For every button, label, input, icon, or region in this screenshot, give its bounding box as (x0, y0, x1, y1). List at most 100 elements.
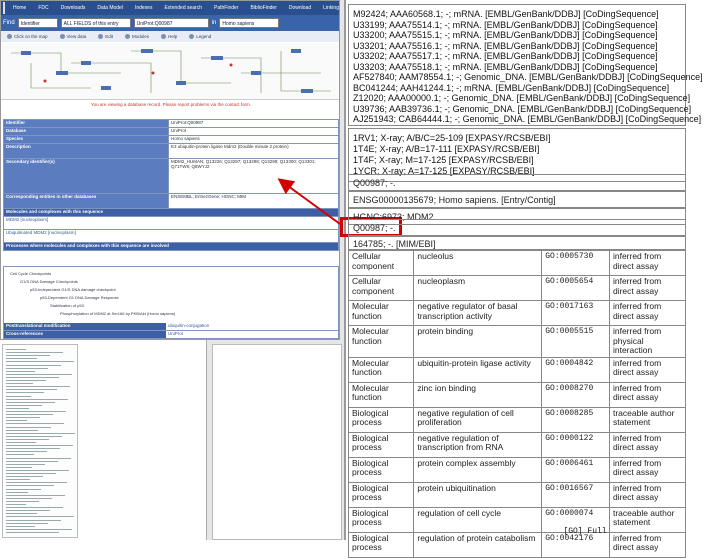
tree-node[interactable]: p53-Independent G1/S DNA damage checkpoi… (30, 287, 116, 292)
embl-xref-line[interactable]: U39736; AAB39736.1; -; Genomic_DNA. [EMB… (353, 104, 691, 114)
tree-node[interactable]: Stabilization of p53 (50, 303, 84, 308)
find-type-select[interactable]: Identifier (17, 18, 58, 28)
go-term[interactable]: nucleoplasm (413, 275, 543, 301)
go-id[interactable]: GO:0006461 (541, 456, 610, 483)
embl-xref-line[interactable]: U33203; AAA75518.1; -; mRNA. [EMBL/GenBa… (353, 62, 658, 72)
go-term[interactable]: negative regulation of cell proliferatio… (413, 406, 543, 433)
go-row: Cellular component nucleoplasm GO:0005654 i… (347, 275, 687, 301)
go-term[interactable]: nucleolus (413, 250, 543, 276)
species-select[interactable]: Homo sapiens (219, 18, 280, 28)
page-thumbnail[interactable] (2, 344, 78, 538)
nav-link[interactable]: Download (283, 5, 317, 11)
go-term[interactable]: protein complex assembly (413, 456, 543, 483)
thumbnail-text-line (6, 395, 31, 397)
embl-xref-line[interactable]: U33200; AAA75515.1; -; mRNA. [EMBL/GenBa… (353, 30, 658, 40)
go-id[interactable]: GO:0008285 (541, 406, 610, 433)
pdb-xref-line[interactable]: 1RV1; X-ray; A/B/C=25-109 [EXPASY/RCSB/E… (353, 133, 551, 143)
thumbnail-text-line (6, 513, 37, 515)
go-more-link[interactable]: [GO] Full (550, 526, 620, 538)
record-row[interactable]: Q00987; -. (348, 219, 686, 236)
tree-node[interactable]: Phosphorylation of MDM2 at Ser166 by PKB… (60, 311, 175, 316)
nav-link[interactable]: Extended search (158, 5, 208, 11)
embl-xref-line[interactable]: BC041244; AAH41244.1; -; mRNA. [EMBL/Gen… (353, 83, 669, 93)
go-id[interactable]: GO:0005515 (541, 325, 610, 358)
thumbnail-text-line (6, 463, 45, 465)
go-id[interactable]: GO:0005730 (541, 250, 610, 276)
go-term[interactable]: protein ubiquitination (413, 481, 543, 508)
toolbar-item[interactable]: Click on the map (7, 34, 48, 39)
nav-link[interactable]: Home (7, 5, 32, 11)
go-term[interactable]: protein binding (413, 325, 543, 358)
nav-link[interactable]: PathFinder (208, 5, 244, 11)
info-key: Database (3, 127, 169, 136)
bottom-row: Posttranslational modification ubiquitin-… (3, 323, 339, 331)
molecule-row: MDM2 [nucleoplasm] (3, 216, 339, 230)
info-value[interactable]: UniProt:Q00987 (168, 119, 339, 128)
top-nav-bar: Home FDC Downloads Data Model Indexes Extende… (1, 1, 339, 15)
go-id[interactable]: GO:0008270 (541, 381, 610, 408)
toolbar-item[interactable]: Edit (98, 34, 113, 39)
go-id[interactable]: GO:0017163 (541, 300, 610, 326)
go-term[interactable]: zinc ion binding (413, 381, 543, 408)
nav-link[interactable]: Indexes (129, 5, 159, 11)
info-key: Identifier (3, 119, 169, 128)
go-term[interactable]: ubiquitin-protein ligase activity (413, 356, 543, 383)
go-id[interactable]: GO:0005654 (541, 275, 610, 301)
go-id[interactable]: GO:0000122 (541, 431, 610, 458)
embl-xref-line[interactable]: M92424; AAA60568.1; -; mRNA. [EMBL/GenBa… (353, 9, 659, 19)
pathway-map-image[interactable] (1, 43, 340, 100)
molecule-link[interactable]: Ubiquitinated MDM2 [nucleoplasm] (3, 229, 339, 243)
info-key: Species (3, 135, 169, 144)
nav-link[interactable]: Data Model (91, 5, 129, 11)
find-label: Find (3, 20, 15, 26)
go-id[interactable]: GO:0004842 (541, 356, 610, 383)
go-evidence: inferred from direct assay (608, 456, 687, 483)
nav-link[interactable]: Linking (317, 5, 339, 11)
record-row[interactable]: Q00987; -. (348, 174, 686, 191)
bottom-value[interactable]: UniProt (166, 331, 338, 338)
go-term[interactable]: negative regulator of basal transcriptio… (413, 300, 543, 326)
bottom-value[interactable]: ubiquitin-conjugation (166, 323, 338, 330)
info-value: Homo sapiens (168, 135, 339, 144)
query-input[interactable]: UniProt:Q00987 (133, 18, 209, 28)
thumbnail-text-line (6, 454, 34, 456)
go-term[interactable]: regulation of cell cycle (413, 506, 543, 533)
tree-node[interactable]: Cell Cycle Checkpoints (10, 271, 51, 276)
embl-xref-line[interactable]: U33201; AAA75516.1; -; mRNA. [EMBL/GenBa… (353, 41, 658, 51)
thumbnail-text-line (6, 510, 50, 512)
nav-link[interactable]: BiblioFinder (244, 5, 282, 11)
go-row: Biological process negative regulation of… (347, 431, 687, 458)
record-row[interactable]: ENSG00000135679; Homo sapiens. [Entry/Co… (348, 191, 686, 208)
go-row: Biological process regulation of protein … (347, 531, 687, 558)
go-term[interactable]: negative regulation of transcription fro… (413, 431, 543, 458)
toolbar-item[interactable]: Legend (189, 34, 211, 39)
embl-xref-line[interactable]: AJ251943; CAB64444.1; -; Genomic_DNA. [E… (353, 114, 701, 124)
molecule-link[interactable]: MDM2 [nucleoplasm] (3, 216, 339, 230)
embl-xref-line[interactable]: AF527840; AAM78554.1; -; Genomic_DNA. [E… (353, 72, 703, 82)
molecule-row: Ubiquitinated MDM2 [nucleoplasm] (3, 229, 339, 243)
info-value: E3 ubiquitin-protein ligase Mdm2 (Double… (168, 143, 339, 159)
section-header: Molecules and complexes with this sequen… (3, 208, 339, 217)
tree-node[interactable]: p53-Dependent G1 DNA Damage Response (40, 295, 119, 300)
toolbar-item[interactable]: Modules (124, 34, 149, 39)
thumbnail-text-line (6, 479, 30, 481)
go-term[interactable]: regulation of protein catabolism (413, 531, 543, 558)
record-row[interactable]: 164785; -. [MIM/EBI] (348, 236, 686, 250)
pdb-xref-line[interactable]: 1T4F; X-ray; M=17-125 [EXPASY/RCSB/EBI] (353, 155, 534, 165)
go-id[interactable]: GO:0016567 (541, 481, 610, 508)
toolbar-icon (98, 34, 104, 39)
nav-link[interactable]: FDC (32, 5, 54, 11)
embl-xref-line[interactable]: U33202; AAA75517.1; -; mRNA. [EMBL/GenBa… (353, 51, 658, 61)
info-value[interactable]: ENSEMBL; EntrezGene; HGNC; MIM (168, 193, 339, 209)
thumbnail-text-line (6, 525, 35, 527)
toolbar-item[interactable]: View data (59, 34, 86, 39)
embl-xref-line[interactable]: Z12020; AAA00000.1; -; Genomic_DNA. [EMB… (353, 93, 690, 103)
embl-xref-line[interactable]: U33199; AAA75514.1; -; mRNA. [EMBL/GenBa… (353, 20, 658, 30)
nav-link[interactable]: Downloads (55, 5, 92, 11)
pdb-xref-line[interactable]: 1T4E; X-ray; A/B=17-111 [EXPASY/RCSB/EBI… (353, 144, 539, 154)
toolbar-item[interactable]: Help (160, 34, 177, 39)
tree-node[interactable]: G1/S DNA Damage Checkpoints (20, 279, 78, 284)
scope-select[interactable]: ALL FIELDS of this entry (60, 18, 131, 28)
thumbnail-text-line (6, 373, 72, 375)
info-value: MDM2_HUMAN; Q13226; Q13297; Q13298; Q132… (168, 158, 339, 194)
